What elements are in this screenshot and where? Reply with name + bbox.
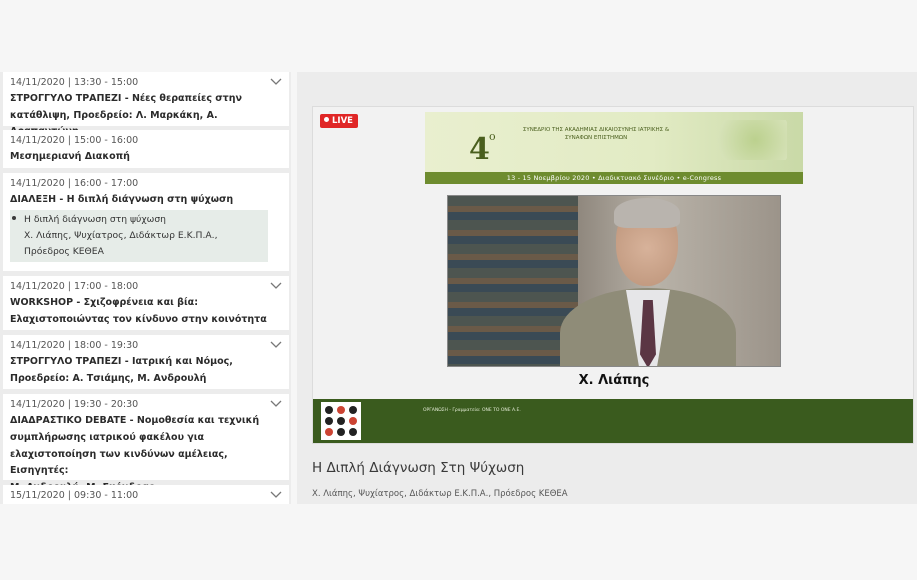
logo-dot xyxy=(337,406,345,414)
logo-dot xyxy=(337,417,345,425)
logo-dot xyxy=(325,406,333,414)
banner-strip: 13 - 15 Νοεμβρίου 2020 • Διαδικτυακό Συν… xyxy=(506,174,722,182)
main-panel: LIVE 4 ο ΣΥΝΕΔΡΙΟ ΤΗΣ ΑΚΑΔΗΜΙΑΣ ΔΙΚΑΙΟΣΥ… xyxy=(297,72,917,504)
session-title-line: Μεσημεριανή Διακοπή xyxy=(10,151,130,162)
logo-dot xyxy=(349,406,357,414)
session-title-line: ΔΙΑΔΡΑΣΤΙΚΟ DEBATE - Νομοθεσία και τεχνι… xyxy=(10,415,260,426)
sub-item-speaker: Χ. Λιάπης, Ψυχίατρος, Διδάκτωρ Ε.Κ.Π.Α., xyxy=(24,230,218,241)
organizer-logo xyxy=(321,402,361,440)
session-item[interactable]: 14/11/2020 | 15:00 - 16:00 Μεσημεριανή Δ… xyxy=(3,130,289,168)
video-subtitle: Χ. Λιάπης, Ψυχίατρος, Διδάκτωρ Ε.Κ.Π.Α.,… xyxy=(312,489,568,499)
session-title-line: Ελαχιστοποιώντας τον κίνδυνο στην κοινότ… xyxy=(10,314,267,325)
speaker-video-frame xyxy=(447,195,781,367)
bullet-icon xyxy=(12,216,16,220)
session-item[interactable]: 15/11/2020 | 09:30 - 11:00 xyxy=(3,485,289,504)
session-title-line: Προεδρείο: Α. Τσιάμης, Μ. Ανδρουλή xyxy=(10,373,207,384)
chevron-down-icon[interactable] xyxy=(270,400,282,408)
congress-banner: 4 ο ΣΥΝΕΔΡΙΟ ΤΗΣ ΑΚΑΔΗΜΙΑΣ ΔΙΚΑΙΟΣΥΝΗΣ Ι… xyxy=(425,112,803,184)
video-player[interactable]: LIVE 4 ο ΣΥΝΕΔΡΙΟ ΤΗΣ ΑΚΑΔΗΜΙΑΣ ΔΙΚΑΙΟΣΥ… xyxy=(312,106,914,444)
logo-dot xyxy=(325,428,333,436)
session-datetime: 14/11/2020 | 16:00 - 17:00 xyxy=(10,178,139,189)
organizer-info: ΟΡΓΑΝΩΣΗ - Γραμματεία: ONE TO ONE A.E. xyxy=(423,408,521,413)
logo-dot xyxy=(349,428,357,436)
speaker-hair xyxy=(614,198,680,228)
chevron-down-icon[interactable] xyxy=(270,491,282,499)
logo-dot xyxy=(337,428,345,436)
sub-item-speaker-role: Πρόεδρος ΚΕΘΕΑ xyxy=(24,246,104,257)
session-item[interactable]: 14/11/2020 | 13:30 - 15:00 ΣΤΡΟΓΓΥΛΟ ΤΡΑ… xyxy=(3,72,289,137)
session-item[interactable]: 14/11/2020 | 19:30 - 20:30 ΔΙΑΔΡΑΣΤΙΚΟ D… xyxy=(3,394,289,493)
session-title-line: WORKSHOP - Σχιζοφρένεια και βία: xyxy=(10,297,199,308)
chevron-down-icon[interactable] xyxy=(270,78,282,86)
sub-item-title: Η διπλή διάγνωση στη ψύχωση xyxy=(24,214,167,225)
session-title-line: ελαχιστοποίηση των κινδύνων αμέλειας, Ει… xyxy=(10,449,228,476)
session-item[interactable]: 14/11/2020 | 17:00 - 18:00 WORKSHOP - Σχ… xyxy=(3,276,289,330)
session-title-line: ΔΙΑΛΕΞΗ - Η διπλή διάγνωση στη ψύχωση xyxy=(10,194,234,205)
session-datetime: 14/11/2020 | 18:00 - 19:30 xyxy=(10,340,139,351)
session-title-line: ΣΤΡΟΓΓΥΛΟ ΤΡΑΠΕΖΙ - Νέες θεραπείες στην xyxy=(10,93,242,104)
logo-dot xyxy=(325,417,333,425)
speaker-name-caption: Χ. Λιάπης xyxy=(578,373,650,388)
chevron-down-icon[interactable] xyxy=(270,341,282,349)
banner-decoration-image xyxy=(707,120,787,160)
bookshelf-image xyxy=(448,196,578,366)
session-title-line: ΣΤΡΟΓΓΥΛΟ ΤΡΑΠΕΖΙ - Ιατρική και Νόμος, xyxy=(10,356,233,367)
session-item[interactable]: 14/11/2020 | 18:00 - 19:30 ΣΤΡΟΓΓΥΛΟ ΤΡΑ… xyxy=(3,335,289,389)
session-datetime: 14/11/2020 | 17:00 - 18:00 xyxy=(10,281,139,292)
session-datetime: 14/11/2020 | 15:00 - 16:00 xyxy=(10,135,139,146)
chevron-down-icon[interactable] xyxy=(270,282,282,290)
banner-sup: ο xyxy=(489,130,496,143)
session-datetime: 14/11/2020 | 13:30 - 15:00 xyxy=(10,77,139,88)
session-datetime: 15/11/2020 | 09:30 - 11:00 xyxy=(10,490,139,501)
live-label: LIVE xyxy=(332,116,353,126)
live-dot-icon xyxy=(324,117,329,122)
session-item-active[interactable]: 14/11/2020 | 16:00 - 17:00 ΔΙΑΛΕΞΗ - Η δ… xyxy=(3,173,289,271)
video-title: Η Διπλή Διάγνωση Στη Ψύχωση xyxy=(312,460,525,476)
banner-number: 4 xyxy=(469,132,490,167)
live-badge: LIVE xyxy=(320,114,358,128)
session-title-line: συμπλήρωσης ιατρικού φακέλου για xyxy=(10,432,204,443)
session-datetime: 14/11/2020 | 19:30 - 20:30 xyxy=(10,399,139,410)
banner-text: ΣΥΝΕΔΡΙΟ ΤΗΣ ΑΚΑΔΗΜΙΑΣ ΔΙΚΑΙΟΣΥΝΗΣ ΙΑΤΡΙ… xyxy=(522,127,670,141)
session-sub-item[interactable]: Η διπλή διάγνωση στη ψύχωση Χ. Λιάπης, Ψ… xyxy=(10,210,268,262)
session-list: 14/11/2020 | 13:30 - 15:00 ΣΤΡΟΓΓΥΛΟ ΤΡΑ… xyxy=(0,72,291,504)
logo-dot xyxy=(349,417,357,425)
sponsor-footer: ΟΡΓΑΝΩΣΗ - Γραμματεία: ONE TO ONE A.E. xyxy=(313,399,913,443)
